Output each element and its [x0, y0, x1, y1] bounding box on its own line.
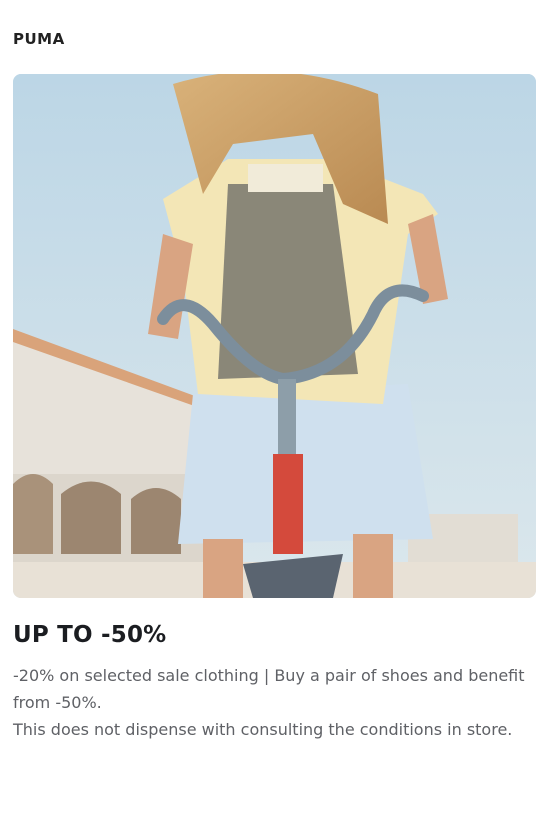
- promo-photo[interactable]: [13, 74, 536, 598]
- offer-description: -20% on selected sale clothing | Buy a p…: [13, 662, 538, 743]
- offer-disclaimer: This does not dispense with consulting t…: [13, 720, 513, 739]
- offer-headline: UP TO -50%: [13, 622, 167, 648]
- brand-name: PUMA: [13, 30, 65, 48]
- offer-description-line: -20% on selected sale clothing | Buy a p…: [13, 666, 525, 712]
- offer-card[interactable]: PUMA UP TO -50% -20% on selected sale cl…: [0, 0, 560, 831]
- hero-illustration: [13, 74, 536, 598]
